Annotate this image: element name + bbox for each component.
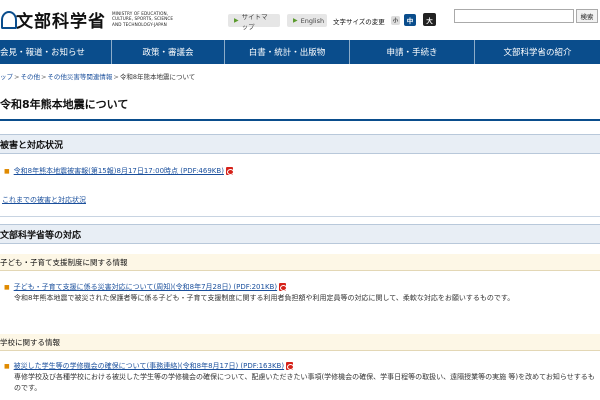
past-damage-link[interactable]: これまでの被害と対応状況: [2, 195, 86, 205]
subsection-heading-school: 学校に関する情報: [0, 334, 600, 351]
breadcrumb-link-other[interactable]: その他: [20, 73, 40, 81]
search-input[interactable]: [454, 9, 574, 23]
logo-subtitle: MINISTRY OF EDUCATION, CULTURE, SPORTS, …: [112, 11, 174, 27]
school-notice-link[interactable]: 被災した学生等の学修機会の確保について(事務連絡)(令和8年8月17日) (PD…: [14, 361, 284, 371]
site-header: 文部科学省 MINISTRY OF EDUCATION, CULTURE, SP…: [0, 0, 600, 40]
breadcrumb-separator-icon: >: [14, 73, 20, 81]
childcare-notice-link[interactable]: 子ども・子育て支援に係る災害対応について(周知)(令和8年7月28日) (PDF…: [14, 282, 277, 292]
font-size-small-button[interactable]: 小: [391, 16, 400, 25]
breadcrumb-current: 令和8年熊本地震について: [119, 73, 196, 81]
pdf-icon: [279, 283, 288, 291]
nav-item-application[interactable]: 申請・手続き: [350, 40, 475, 64]
font-size-large-button[interactable]: 大: [423, 13, 436, 26]
breadcrumb-separator-icon: >: [113, 73, 119, 81]
breadcrumb-separator-icon: >: [40, 73, 47, 81]
arrow-right-icon: ▶: [293, 17, 298, 24]
list-item: ■ 被災した学生等の学修機会の確保について(事務連絡)(令和8年8月17日) (…: [0, 361, 295, 371]
bullet-icon: ■: [4, 167, 10, 175]
breadcrumb: ップ>その他>その他災害等関連情報>令和8年熊本地震について: [0, 71, 195, 81]
ministry-logo[interactable]: 文部科学省 MINISTRY OF EDUCATION, CULTURE, SP…: [0, 8, 182, 32]
nav-item-press[interactable]: 会見・報道・お知らせ: [0, 40, 112, 64]
breadcrumb-link-disaster[interactable]: その他災害等関連情報: [47, 73, 112, 81]
section-divider: [0, 216, 600, 217]
section-heading-damage: 被害と対応状況: [0, 134, 600, 154]
breadcrumb-link-top[interactable]: ップ: [0, 73, 13, 81]
sitemap-button[interactable]: ▶ サイトマップ: [228, 13, 280, 31]
page-title: 令和8年熊本地震について: [0, 98, 129, 111]
list-item: ■ 令和8年熊本地震被害報(第15報)8月17日17:00時点 (PDF:469…: [0, 166, 234, 176]
subsection-heading-childcare: 子ども・子育て支援制度に関する情報: [0, 254, 600, 271]
logo-title: 文部科学省: [16, 11, 106, 32]
english-label: English: [300, 16, 325, 25]
search-button[interactable]: 検索: [576, 9, 598, 23]
nav-item-policy[interactable]: 政策・審議会: [112, 40, 225, 64]
damage-report-link[interactable]: 令和8年熊本地震被害報(第15報)8月17日17:00時点 (PDF:469KB…: [14, 166, 224, 176]
font-size-medium-button[interactable]: 中: [404, 14, 416, 26]
bullet-icon: ■: [4, 362, 10, 370]
pdf-icon: [225, 167, 234, 175]
nav-item-about[interactable]: 文部科学省の紹介: [475, 40, 600, 64]
ministry-emblem-icon: [0, 9, 17, 29]
school-notice-description: 専修学校及び各種学校における被災した学生等の学修機会の確保について、配慮いただき…: [14, 373, 595, 392]
bullet-icon: ■: [4, 283, 10, 291]
section-heading-response: 文部科学省等の対応: [0, 224, 600, 244]
pdf-icon: [286, 362, 295, 370]
arrow-right-icon: ▶: [234, 17, 239, 24]
list-item: これまでの被害と対応状況: [0, 195, 86, 205]
sitemap-label: サイトマップ: [241, 12, 268, 31]
title-rule: [0, 119, 600, 121]
fontsize-label: 文字サイズの変更: [333, 18, 385, 26]
list-item: ■ 子ども・子育て支援に係る災害対応について(周知)(令和8年7月28日) (P…: [0, 282, 288, 292]
childcare-notice-description: 令和8年熊本地震で被災された保護者等に係る子ども・子育て支援制度に関する利用者負…: [14, 294, 515, 302]
global-nav: 会見・報道・お知らせ 政策・審議会 白書・統計・出版物 申請・手続き 文部科学省…: [0, 40, 600, 64]
nav-item-whitepaper[interactable]: 白書・統計・出版物: [225, 40, 350, 64]
english-button[interactable]: ▶ English: [287, 14, 327, 27]
